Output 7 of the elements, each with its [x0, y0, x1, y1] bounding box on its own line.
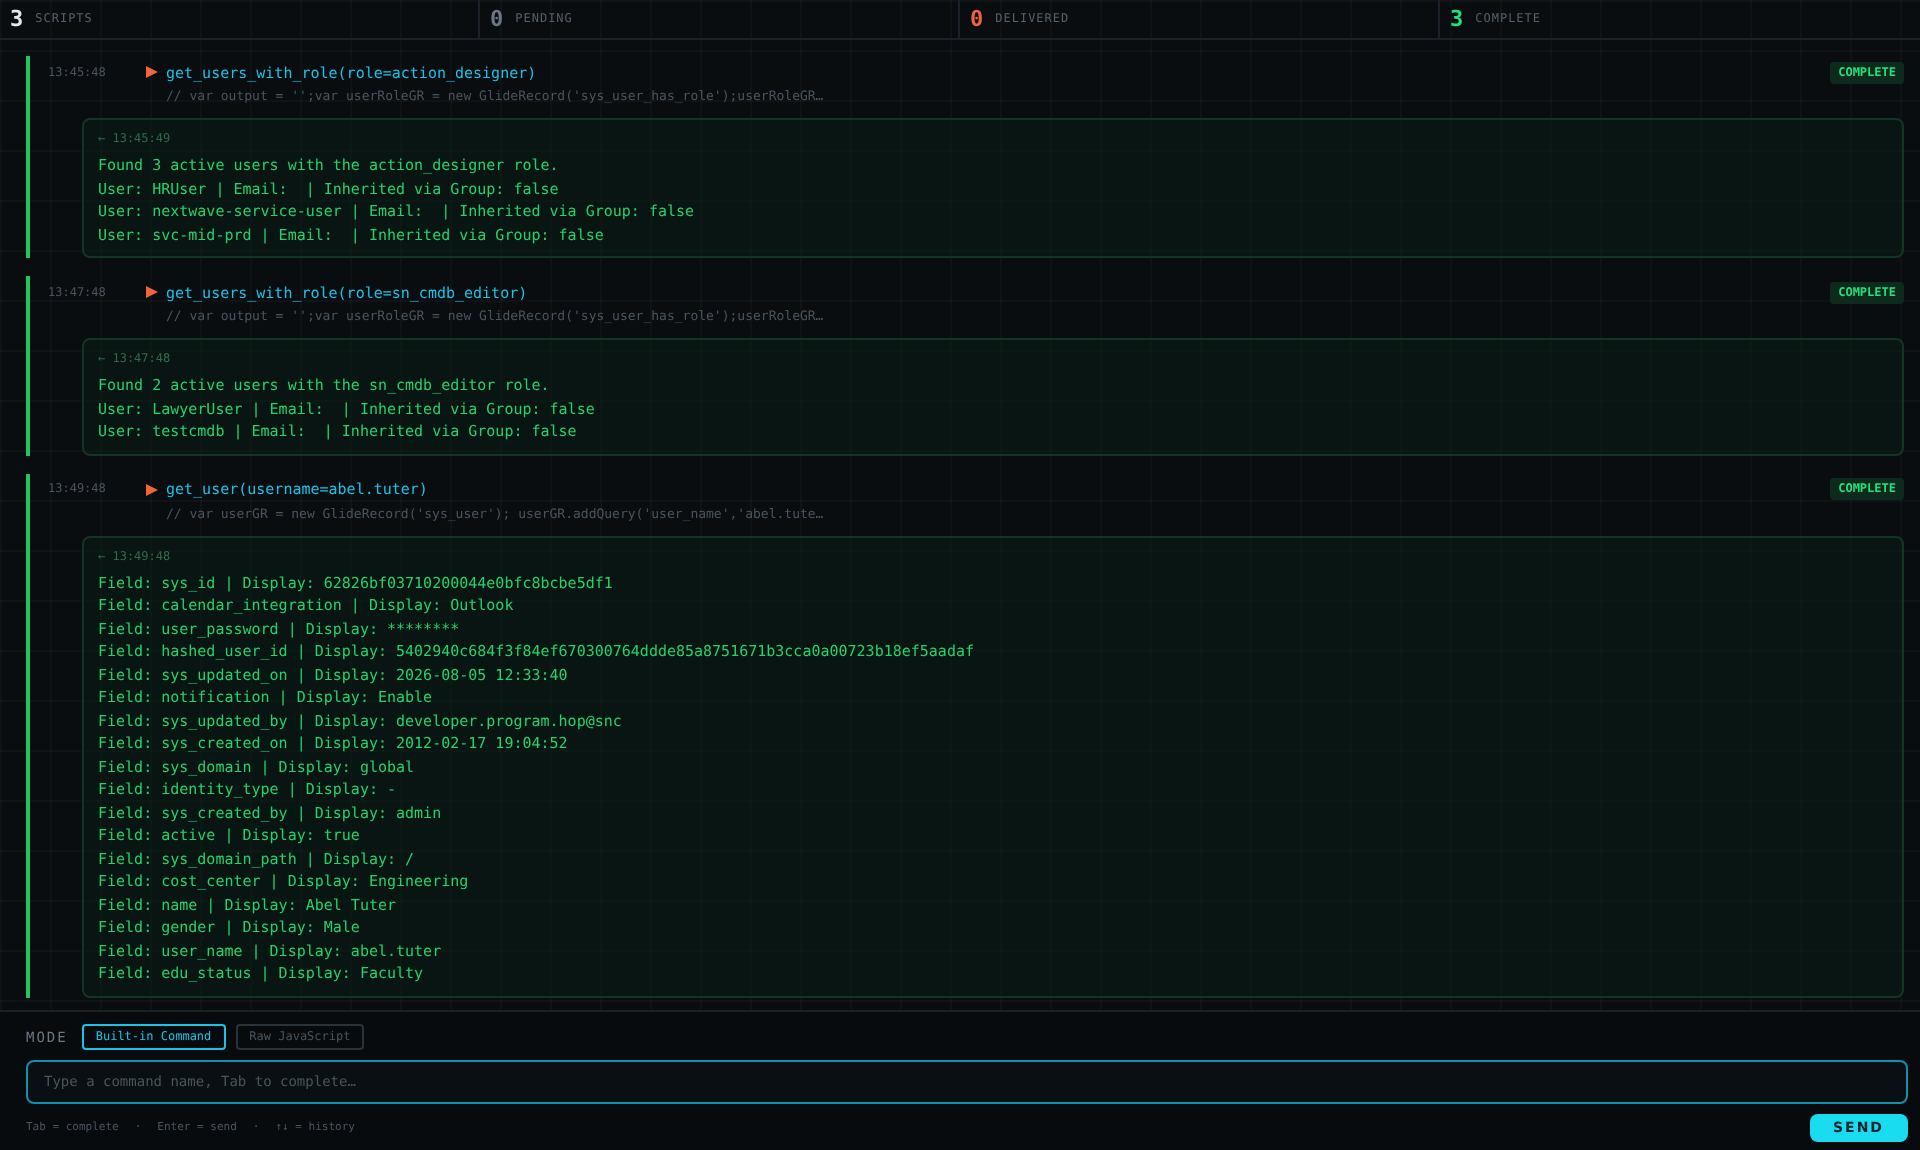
play-icon: [146, 286, 158, 298]
stat-count: 3: [10, 6, 24, 32]
stat-count: 0: [490, 6, 504, 32]
stat-count: 3: [1450, 6, 1464, 32]
play-icon: [146, 483, 158, 495]
play-icon: [146, 66, 158, 78]
stat-count: 0: [970, 6, 984, 32]
